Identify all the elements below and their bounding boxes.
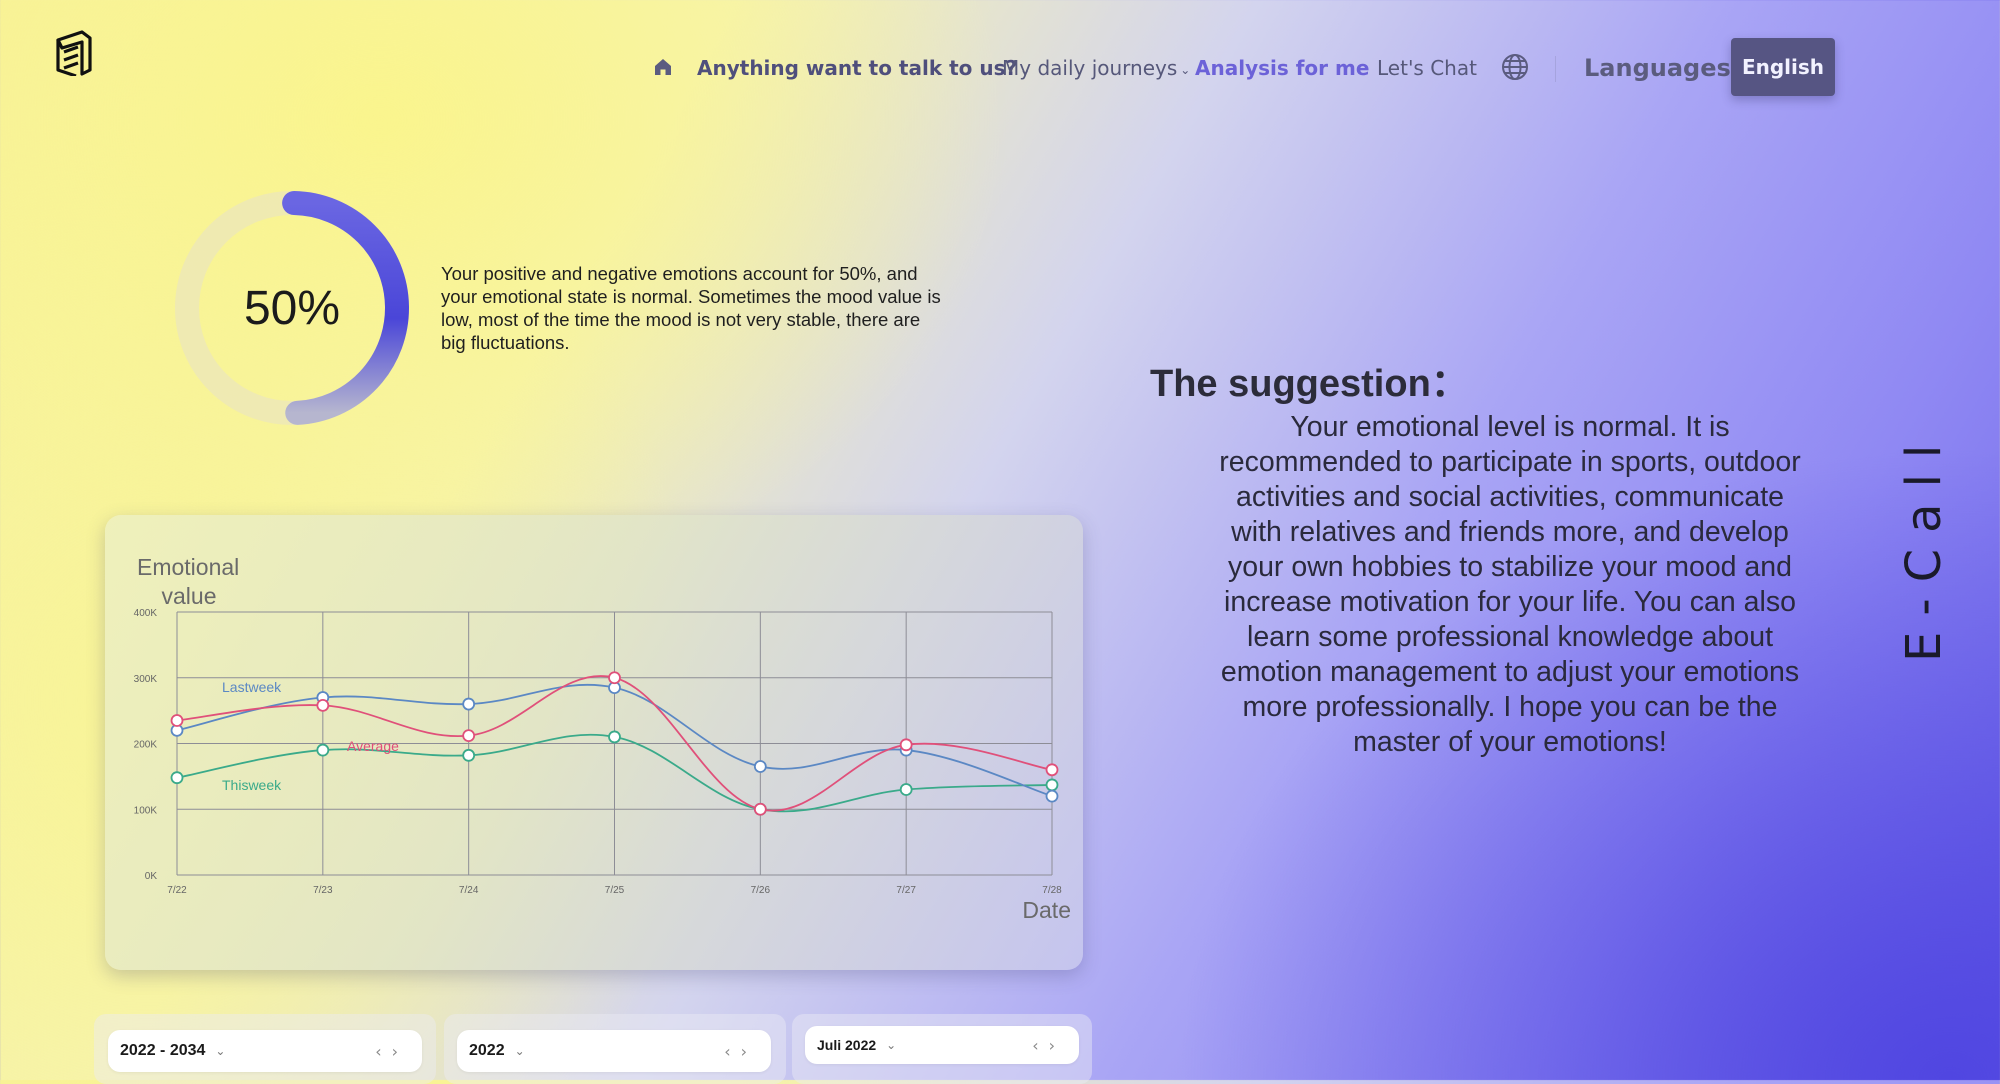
y-tick-label: 100K xyxy=(134,805,158,816)
nav-talk-label: Anything want to talk to us? xyxy=(697,56,1018,80)
y-axis-title: Emotional xyxy=(137,554,239,580)
x-tick-label: 7/28 xyxy=(1042,885,1062,896)
brand-vertical: E-Call xyxy=(1896,428,1952,662)
x-tick-label: 7/22 xyxy=(167,885,187,896)
donut-percent: 50% xyxy=(243,281,341,335)
emotion-chart-card: 0K 100K 200K 300K 400K 7/22 7/23 7/24 7/25 7/26 7/… xyxy=(105,515,1083,970)
nav-talk-to-us[interactable]: Anything want to talk to us? ⌄ xyxy=(697,52,1030,86)
x-tick-label: 7/24 xyxy=(459,885,479,896)
data-point-thisweek xyxy=(316,743,330,757)
y-axis-title-line2: value xyxy=(162,583,217,609)
data-point-average xyxy=(170,714,184,727)
y-tick-label: 200K xyxy=(134,740,158,751)
chevron-down-icon[interactable]: ⌄ xyxy=(215,1044,225,1058)
x-tick-label: 7/25 xyxy=(605,885,625,896)
data-point-average xyxy=(462,729,476,743)
data-point-thisweek xyxy=(608,730,621,744)
chevron-down-icon[interactable]: ⌄ xyxy=(515,1044,525,1058)
data-point-thisweek xyxy=(462,748,476,762)
x-tick-label: 7/23 xyxy=(313,885,333,896)
data-point-lastweek xyxy=(1045,789,1059,803)
data-point-lastweek xyxy=(753,760,767,773)
y-tick-label: 300K xyxy=(134,674,158,685)
data-point-average xyxy=(1045,763,1059,777)
prev-next-icons[interactable]: ‹› xyxy=(375,1042,408,1061)
globe-icon[interactable] xyxy=(1500,52,1530,82)
data-point-average xyxy=(899,738,913,752)
picker-value: 2022 - 2034 xyxy=(120,1042,206,1059)
y-tick-label: 0K xyxy=(145,871,158,882)
series-label-average: Average xyxy=(347,738,399,754)
x-axis-title: Date xyxy=(1022,897,1071,923)
x-tick-label: 7/27 xyxy=(896,885,916,896)
picker-value: 2022 xyxy=(469,1042,505,1059)
suggestion-title: The suggestion： xyxy=(1150,363,1469,405)
chevron-down-icon: ⌄ xyxy=(1180,62,1191,77)
data-point-average xyxy=(753,802,767,816)
suggestion-text: Your emotional level is normal. It is re… xyxy=(1219,411,1801,758)
picker-value: Juli 2022 xyxy=(817,1037,877,1053)
logo-icon[interactable] xyxy=(52,30,96,76)
home-icon[interactable] xyxy=(652,56,674,78)
prev-next-icons[interactable]: ‹› xyxy=(724,1042,757,1061)
year-range-picker[interactable]: 2022 - 2034 ⌄ ‹› xyxy=(108,1030,422,1072)
nav-daily-journeys[interactable]: My daily journeys ⌄ xyxy=(1002,52,1190,86)
data-point-thisweek xyxy=(1045,778,1059,792)
nav-analysis[interactable]: Analysis for me xyxy=(1195,52,1369,84)
nav-chat[interactable]: Let's Chat xyxy=(1377,52,1477,84)
series-label-lastweek: Lastweek xyxy=(222,679,282,695)
emotion-line-chart: 0K 100K 200K 300K 400K 7/22 7/23 7/24 7/25 7/26 7/… xyxy=(134,554,1071,923)
x-tick-label: 7/26 xyxy=(751,885,771,896)
nav-divider xyxy=(1555,56,1556,82)
data-point-thisweek xyxy=(899,783,913,796)
data-point-lastweek xyxy=(462,697,476,711)
data-point-average xyxy=(316,698,330,712)
nav-journeys-label: My daily journeys xyxy=(1002,56,1178,80)
chevron-down-icon[interactable]: ⌄ xyxy=(886,1038,896,1052)
month-picker[interactable]: Juli 2022 ⌄ ‹› xyxy=(805,1026,1079,1064)
y-tick-label: 400K xyxy=(134,608,158,619)
series-label-thisweek: Thisweek xyxy=(222,777,282,793)
language-button[interactable]: English xyxy=(1731,38,1835,96)
prev-next-icons[interactable]: ‹› xyxy=(1032,1036,1065,1055)
languages-label: Languages xyxy=(1584,54,1731,82)
data-point-average xyxy=(608,671,621,685)
data-point-thisweek xyxy=(170,771,184,785)
year-picker[interactable]: 2022 ⌄ ‹› xyxy=(457,1030,771,1072)
emotion-summary: Your positive and negative emotions acco… xyxy=(441,263,941,353)
